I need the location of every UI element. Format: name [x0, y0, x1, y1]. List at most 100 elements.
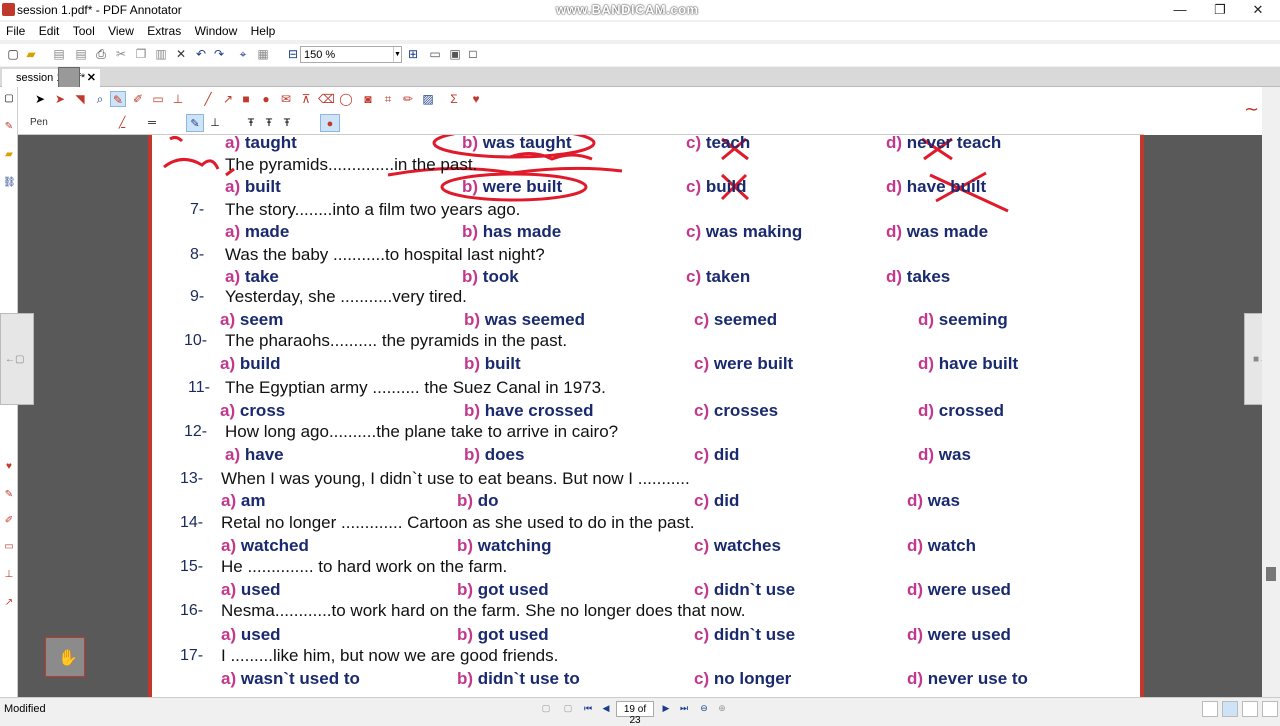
redo-icon[interactable]: ↷	[212, 47, 226, 61]
zoom-in-icon[interactable]: ⊞	[406, 47, 420, 61]
copy-icon[interactable]: ❐	[134, 47, 148, 61]
continuous-view-icon[interactable]	[1222, 701, 1238, 717]
option-c[interactable]: c) didn`t use	[694, 625, 795, 645]
forward-icon[interactable]: ⊕	[716, 702, 728, 714]
option-a[interactable]: a) used	[221, 580, 281, 600]
bookmark-panel-icon[interactable]: ▰	[3, 149, 15, 161]
option-c[interactable]: c) did	[694, 491, 739, 511]
sum-icon[interactable]: Σ	[446, 91, 462, 107]
stamp-icon[interactable]: ▦	[256, 47, 270, 61]
ruler-icon[interactable]: ⊼	[298, 91, 314, 107]
option-b[interactable]: b) does	[464, 445, 524, 465]
option-b[interactable]: b) didn`t use to	[457, 669, 580, 689]
link-panel-icon[interactable]: ⛓	[3, 177, 16, 189]
undo-icon[interactable]: ↶	[194, 47, 208, 61]
minimize-button[interactable]: —	[1165, 1, 1195, 19]
pen-tool-icon[interactable]: ✎	[110, 91, 126, 107]
option-c[interactable]: c) no longer	[694, 669, 791, 689]
new-file-icon[interactable]: ▢	[6, 47, 20, 61]
option-d[interactable]: d) watch	[907, 536, 976, 556]
option-b[interactable]: b) took	[462, 267, 519, 287]
stamp-panel-icon[interactable]: ⊥	[3, 569, 15, 581]
menu-edit[interactable]: Edit	[35, 22, 64, 40]
scrollbar-thumb[interactable]	[1266, 567, 1276, 581]
crop-icon[interactable]: ⌗	[380, 91, 396, 107]
find-icon[interactable]: ⌖	[236, 47, 250, 61]
zoom-tool-icon[interactable]: ⌕	[92, 91, 108, 107]
vertical-scrollbar[interactable]	[1262, 135, 1280, 697]
option-b[interactable]: b) do	[457, 491, 499, 511]
ellipse-icon[interactable]: ●	[258, 91, 274, 107]
option-b[interactable]: b) was taught	[462, 135, 572, 153]
option-d[interactable]: d) was	[907, 491, 960, 511]
close-window-button[interactable]: ✕	[1243, 1, 1273, 19]
menu-window[interactable]: Window	[191, 22, 242, 40]
option-a[interactable]: a) made	[225, 222, 289, 242]
smooth-pen-icon[interactable]: ✎	[186, 114, 204, 132]
paste-icon[interactable]: ▥	[154, 47, 168, 61]
straight-pen-icon[interactable]: ⊥	[206, 114, 224, 132]
print-icon[interactable]: ⎙	[94, 47, 108, 61]
comment-icon[interactable]: ◯	[338, 91, 354, 107]
option-a[interactable]: a) used	[221, 625, 281, 645]
last-page-icon[interactable]: ⏭	[678, 702, 690, 714]
save-all-icon[interactable]: ▤	[74, 47, 88, 61]
menu-file[interactable]: File	[2, 22, 29, 40]
nav-icon[interactable]: ▢	[540, 702, 552, 714]
text-strike-icon[interactable]: Ŧ	[280, 114, 294, 132]
highlighter-icon[interactable]: ✐	[130, 91, 146, 107]
save-icon[interactable]: ▤	[52, 47, 66, 61]
menu-view[interactable]: View	[104, 22, 138, 40]
eraser-icon[interactable]: ⌫	[318, 91, 335, 107]
option-d[interactable]: d) crossed	[918, 401, 1004, 421]
option-b[interactable]: b) got used	[457, 580, 549, 600]
cut-icon[interactable]: ✂	[114, 47, 128, 61]
option-c[interactable]: c) were built	[694, 354, 793, 374]
envelope-icon[interactable]: ✉	[278, 91, 294, 107]
option-c[interactable]: c) did	[694, 445, 739, 465]
left-panel-handle[interactable]: ←▢	[0, 313, 34, 405]
option-b[interactable]: b) was seemed	[464, 310, 585, 330]
back-icon[interactable]: ⊖	[698, 702, 710, 714]
option-c[interactable]: c) watches	[694, 536, 781, 556]
option-a[interactable]: a) take	[225, 267, 279, 287]
option-d[interactable]: d) were used	[907, 580, 1011, 600]
option-b[interactable]: b) were built	[462, 177, 562, 197]
arrow-tool-icon[interactable]: ↗	[220, 91, 236, 107]
pencil-icon[interactable]: ✏	[400, 91, 416, 107]
option-b[interactable]: b) have crossed	[464, 401, 593, 421]
marker-icon[interactable]: ✐	[3, 515, 15, 527]
option-d[interactable]: d) was made	[886, 222, 988, 242]
pen-color-icon[interactable]: ╱	[112, 114, 132, 132]
textbox-icon[interactable]: ▭	[3, 541, 15, 553]
full-screen-icon[interactable]: □	[466, 47, 480, 61]
option-d[interactable]: d) have built	[886, 177, 986, 197]
next-page-icon[interactable]: ▶	[660, 702, 672, 714]
camera-icon[interactable]: ◙	[360, 91, 376, 107]
two-page-view-icon[interactable]	[1242, 701, 1258, 717]
option-b[interactable]: b) watching	[457, 536, 551, 556]
delete-icon[interactable]: ✕	[174, 47, 188, 61]
chevron-down-icon[interactable]: ▼	[393, 47, 401, 62]
maximize-button[interactable]: ❐	[1205, 1, 1235, 19]
fit-width-icon[interactable]: ▭	[428, 47, 442, 61]
option-a[interactable]: a) watched	[221, 536, 309, 556]
two-page-continuous-view-icon[interactable]	[1262, 701, 1278, 717]
panel-icon[interactable]: ▢	[3, 93, 15, 105]
option-d[interactable]: d) takes	[886, 267, 950, 287]
lasso-icon[interactable]: ◥	[72, 91, 88, 107]
option-a[interactable]: a) wasn`t used to	[221, 669, 360, 689]
option-d[interactable]: d) were used	[907, 625, 1011, 645]
first-page-icon[interactable]: ⏮	[582, 702, 594, 714]
stamp-tool-icon[interactable]: ⊥	[170, 91, 186, 107]
option-c[interactable]: c) was making	[686, 222, 802, 242]
select-icon[interactable]: ➤	[32, 91, 48, 107]
option-a[interactable]: a) seem	[220, 310, 283, 330]
page-indicator[interactable]: 19 of 23	[616, 701, 654, 726]
option-d[interactable]: d) never teach	[886, 135, 1001, 153]
option-d[interactable]: d) never use to	[907, 669, 1028, 689]
option-d[interactable]: d) was	[918, 445, 971, 465]
zoom-input[interactable]: 150 % ▼	[300, 46, 402, 63]
squiggle-icon[interactable]: ∼	[1244, 99, 1259, 120]
option-a[interactable]: a) am	[221, 491, 265, 511]
